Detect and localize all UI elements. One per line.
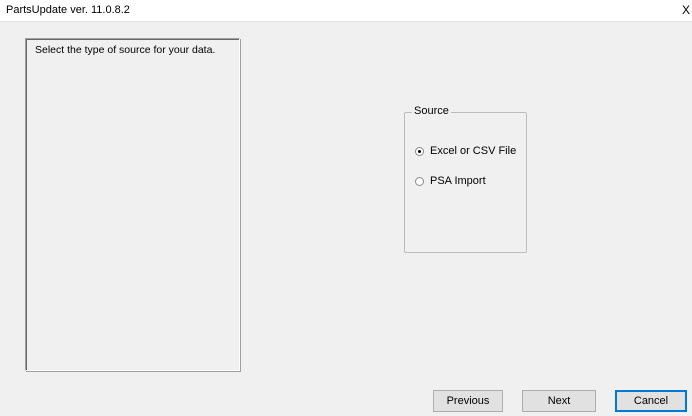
source-group-label: Source — [412, 105, 451, 117]
close-icon[interactable]: X — [682, 2, 692, 18]
title-bar: PartsUpdate ver. 11.0.8.2 X — [0, 0, 692, 22]
window-title: PartsUpdate ver. 11.0.8.2 — [6, 4, 130, 16]
parts-update-window: PartsUpdate ver. 11.0.8.2 X Select the t… — [0, 0, 692, 416]
source-groupbox: Source Excel or CSV File PSA Import — [404, 105, 527, 253]
next-button[interactable]: Next — [522, 390, 596, 412]
previous-button[interactable]: Previous — [433, 390, 503, 412]
radio-button-checked[interactable] — [415, 146, 424, 156]
radio-label-excel-csv[interactable]: Excel or CSV File — [430, 145, 516, 157]
radio-label-psa-import[interactable]: PSA Import — [430, 175, 486, 187]
radio-psa-import[interactable]: PSA Import — [415, 173, 486, 189]
radio-excel-csv[interactable]: Excel or CSV File — [415, 143, 516, 159]
cancel-button[interactable]: Cancel — [615, 390, 687, 412]
radio-button-unchecked[interactable] — [415, 176, 424, 186]
instruction-panel: Select the type of source for your data. — [25, 38, 240, 371]
instruction-text: Select the type of source for your data. — [35, 44, 216, 56]
